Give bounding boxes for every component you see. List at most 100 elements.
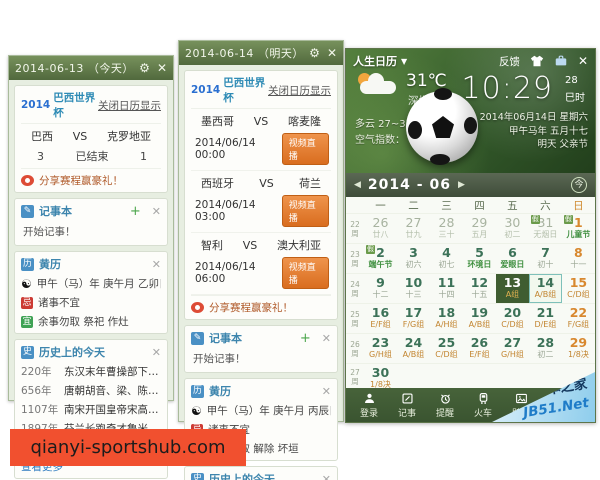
gear-icon[interactable]: ⚙ bbox=[139, 61, 150, 75]
history-icon: 史 bbox=[21, 345, 34, 359]
day-cell[interactable]: 21 D/E组 bbox=[529, 304, 562, 333]
toolbar-item-alarm[interactable]: 提醒 bbox=[426, 392, 464, 419]
day-cell[interactable]: 20 C/D组 bbox=[496, 304, 529, 333]
today-button[interactable]: 今 bbox=[571, 177, 587, 193]
skin-shirt-icon[interactable] bbox=[530, 54, 544, 68]
almanac-yi-row: 宜 余事勿取 祭祀 作灶 bbox=[21, 314, 161, 329]
calendar-window: 人生日历 ▼ 反馈 ✕ 31℃ 深圳 多云 27~33 空气指数： 10:29 … bbox=[345, 48, 596, 423]
close-section-icon[interactable]: ✕ bbox=[322, 332, 331, 345]
day-cell[interactable]: 30 1/8决 bbox=[364, 364, 397, 390]
day-cell[interactable]: 18 A/H组 bbox=[430, 304, 463, 333]
day-cell[interactable]: 26 E/F组 bbox=[463, 334, 496, 363]
day-cell[interactable]: 假 31 无烟日 bbox=[529, 214, 562, 243]
close-calendar-display-link[interactable]: 关闭日历显示 bbox=[268, 83, 331, 98]
close-section-icon[interactable]: ✕ bbox=[152, 205, 161, 218]
calendar-week-row: 25 周 16 E/F组 17 F/G组 18 A/H组 19 A/B组 20 C/D组 21 D/E组 2… bbox=[346, 303, 595, 333]
close-section-icon[interactable]: ✕ bbox=[322, 473, 331, 480]
close-section-icon[interactable]: ✕ bbox=[322, 385, 331, 398]
day-sublabel: E/F组 bbox=[370, 320, 391, 329]
clock-seconds: 28 bbox=[565, 75, 578, 86]
history-item[interactable]: 1107年南宋开国皇帝宋高宗赵… bbox=[21, 402, 161, 417]
close-calendar-display-link[interactable]: 关闭日历显示 bbox=[98, 98, 161, 113]
day-cell[interactable]: 16 E/F组 bbox=[364, 304, 397, 333]
day-cell[interactable]: 假 2 端午节 bbox=[364, 244, 397, 273]
day-cell[interactable]: 8 十一 bbox=[562, 244, 595, 273]
day-cell[interactable]: 13 A组 bbox=[495, 274, 529, 303]
add-note-button[interactable]: + bbox=[300, 331, 311, 346]
share-schedule-link[interactable]: 分享赛程赢豪礼！ bbox=[21, 168, 161, 188]
day-cell[interactable]: 17 F/G组 bbox=[397, 304, 430, 333]
day-cell[interactable]: 27 廿九 bbox=[397, 214, 430, 243]
day-cell[interactable]: 28 初二 bbox=[529, 334, 562, 363]
prev-month-icon[interactable]: ◀ bbox=[354, 180, 361, 190]
close-section-icon[interactable]: ✕ bbox=[152, 258, 161, 271]
menu-caret-icon[interactable]: ▼ bbox=[401, 57, 499, 66]
day-cell[interactable]: 12 十五 bbox=[463, 274, 496, 303]
day-number: 5 bbox=[475, 245, 484, 260]
day-cell[interactable]: 27 G/H组 bbox=[496, 334, 529, 363]
day-sublabel: A/B组 bbox=[534, 290, 557, 299]
week-number-value: 23 bbox=[350, 249, 360, 259]
day-cell[interactable]: 29 五月 bbox=[463, 214, 496, 243]
day-sublabel: 十二 bbox=[372, 290, 389, 299]
day-cell[interactable]: 29 1/8决 bbox=[562, 334, 595, 363]
day-cell[interactable]: 25 C/D组 bbox=[430, 334, 463, 363]
toolbar-item-note[interactable]: 记事 bbox=[388, 392, 426, 419]
ganzhi-text: 甲午（马）年 庚午月 丙辰日 bbox=[206, 405, 331, 417]
day-cell[interactable]: 5 环境日 bbox=[463, 244, 496, 273]
day-sublabel: C/D组 bbox=[567, 290, 590, 299]
toolbar-item-train[interactable]: 火车 bbox=[464, 392, 502, 419]
day-cell[interactable]: 26 廿八 bbox=[364, 214, 397, 243]
toolbar-item-user[interactable]: 登录 bbox=[350, 392, 388, 419]
day-cell[interactable]: 22 F/G组 bbox=[562, 304, 595, 333]
day-number: 6 bbox=[508, 245, 517, 260]
feedback-link[interactable]: 反馈 bbox=[499, 54, 520, 69]
next-month-icon[interactable]: ▶ bbox=[458, 180, 465, 190]
notepad-hint[interactable]: 开始记事！ bbox=[191, 346, 331, 368]
history-item[interactable]: 220年东汉末年曹操部下的大… bbox=[21, 364, 161, 379]
gear-icon[interactable]: ⚙ bbox=[309, 46, 320, 60]
toolbox-icon[interactable] bbox=[554, 54, 568, 68]
day-cell[interactable]: 14 A/B组 bbox=[528, 274, 562, 303]
calendar-week-row: 23 周假 2 端午节 3 初六 4 初七 5 环境日 6 爱眼日 7 初十 8 十一 bbox=[346, 243, 595, 273]
almanac-title: 黄历 bbox=[209, 385, 231, 398]
day-cell[interactable]: 19 A/B组 bbox=[463, 304, 496, 333]
panel-tomorrow: 2014-06-14 （明天） ⚙ ✕ 2014 巴西世界杯 关闭日历显示 墨西… bbox=[178, 40, 344, 480]
day-cell[interactable]: 假 1 儿童节 bbox=[562, 214, 595, 243]
panel-title: 2014-06-13 （今天） bbox=[15, 62, 134, 75]
day-cell[interactable]: 7 初十 bbox=[529, 244, 562, 273]
live-video-button[interactable]: 视频直播 bbox=[281, 133, 329, 165]
vs-label: VS bbox=[72, 129, 88, 143]
notepad-hint[interactable]: 开始记事！ bbox=[21, 219, 161, 241]
worldcup-card: 2014 巴西世界杯 关闭日历显示 墨西哥 VS 喀麦隆 2014/06/14 00:… bbox=[184, 70, 338, 320]
day-cell[interactable]: 6 爱眼日 bbox=[496, 244, 529, 273]
day-cell[interactable]: 11 十四 bbox=[430, 274, 463, 303]
day-cell[interactable]: 28 三十 bbox=[430, 214, 463, 243]
close-section-icon[interactable]: ✕ bbox=[152, 346, 161, 359]
day-cell[interactable]: 10 十三 bbox=[397, 274, 430, 303]
yinyang-icon: ☯ bbox=[191, 403, 202, 418]
history-year: 656年 bbox=[21, 385, 52, 397]
live-video-button[interactable]: 视频直播 bbox=[281, 257, 329, 289]
day-cell[interactable]: 30 初二 bbox=[496, 214, 529, 243]
day-number: 28 bbox=[438, 215, 455, 230]
close-icon[interactable]: ✕ bbox=[327, 46, 337, 60]
home-team: 巴西 bbox=[31, 130, 53, 143]
notepad-title: 记事本 bbox=[39, 205, 72, 218]
day-cell[interactable]: 9 十二 bbox=[364, 274, 397, 303]
share-schedule-link[interactable]: 分享赛程赢豪礼！ bbox=[191, 295, 331, 315]
close-icon[interactable]: ✕ bbox=[157, 61, 167, 75]
day-cell[interactable]: 24 A/B组 bbox=[397, 334, 430, 363]
day-cell[interactable]: 4 初七 bbox=[430, 244, 463, 273]
day-cell[interactable]: 15 C/D组 bbox=[562, 274, 595, 303]
add-note-button[interactable]: + bbox=[130, 204, 141, 219]
day-cell[interactable]: 3 初六 bbox=[397, 244, 430, 273]
day-sublabel: 初六 bbox=[405, 260, 422, 269]
close-icon[interactable]: ✕ bbox=[578, 54, 588, 68]
live-video-button[interactable]: 视频直播 bbox=[281, 195, 329, 227]
away-team: 荷兰 bbox=[298, 177, 321, 190]
day-cell[interactable]: 23 G/H组 bbox=[364, 334, 397, 363]
calendar-week-row: 26 周 23 G/H组 24 A/B组 25 C/D组 26 E/F组 27 G/H组 28 初二 29 1… bbox=[346, 333, 595, 363]
history-item[interactable]: 656年唐朝胡音、梁、陈、周… bbox=[21, 383, 161, 398]
day-sublabel: E/F组 bbox=[469, 350, 490, 359]
